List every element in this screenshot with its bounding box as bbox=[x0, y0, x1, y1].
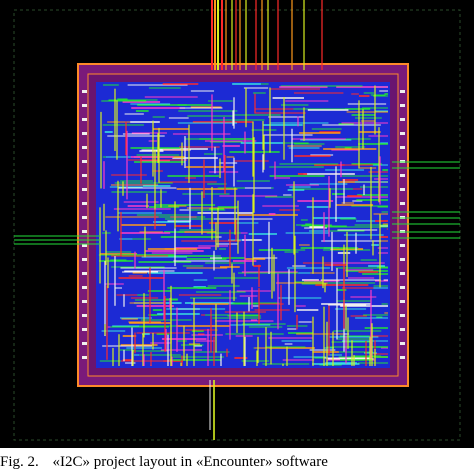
io-pin bbox=[400, 300, 405, 303]
io-pin bbox=[400, 356, 405, 359]
io-pin bbox=[82, 328, 87, 331]
io-pin bbox=[400, 272, 405, 275]
io-pin bbox=[82, 286, 87, 289]
figure-caption: Fig. 2. «I2C» project layout in «Encount… bbox=[0, 452, 474, 475]
io-pin bbox=[82, 202, 87, 205]
io-pin bbox=[400, 118, 405, 121]
io-pin bbox=[82, 216, 87, 219]
io-pin bbox=[400, 258, 405, 261]
io-pin bbox=[82, 118, 87, 121]
io-pin bbox=[400, 104, 405, 107]
io-pin bbox=[400, 90, 405, 93]
io-pin bbox=[82, 174, 87, 177]
io-pin bbox=[400, 286, 405, 289]
figure-label: Fig. 2. bbox=[0, 454, 39, 470]
io-pin bbox=[82, 160, 87, 163]
io-pin bbox=[400, 146, 405, 149]
io-pin bbox=[400, 342, 405, 345]
io-pin bbox=[82, 356, 87, 359]
io-pin bbox=[82, 314, 87, 317]
io-pin bbox=[82, 342, 87, 345]
io-pin bbox=[82, 272, 87, 275]
io-pin bbox=[82, 300, 87, 303]
io-pin bbox=[82, 258, 87, 261]
io-pin bbox=[400, 202, 405, 205]
io-pin bbox=[400, 328, 405, 331]
io-pin bbox=[400, 314, 405, 317]
io-pin bbox=[400, 174, 405, 177]
io-pin bbox=[82, 146, 87, 149]
io-pin bbox=[82, 230, 87, 233]
io-pin bbox=[82, 132, 87, 135]
io-pin bbox=[82, 90, 87, 93]
figure-caption-text: «I2C» project layout in «Encounter» soft… bbox=[52, 454, 328, 470]
chip-layout-view bbox=[0, 0, 474, 448]
io-pin bbox=[400, 244, 405, 247]
io-pin bbox=[400, 132, 405, 135]
io-pin bbox=[400, 188, 405, 191]
io-pin bbox=[82, 104, 87, 107]
io-pin bbox=[82, 188, 87, 191]
